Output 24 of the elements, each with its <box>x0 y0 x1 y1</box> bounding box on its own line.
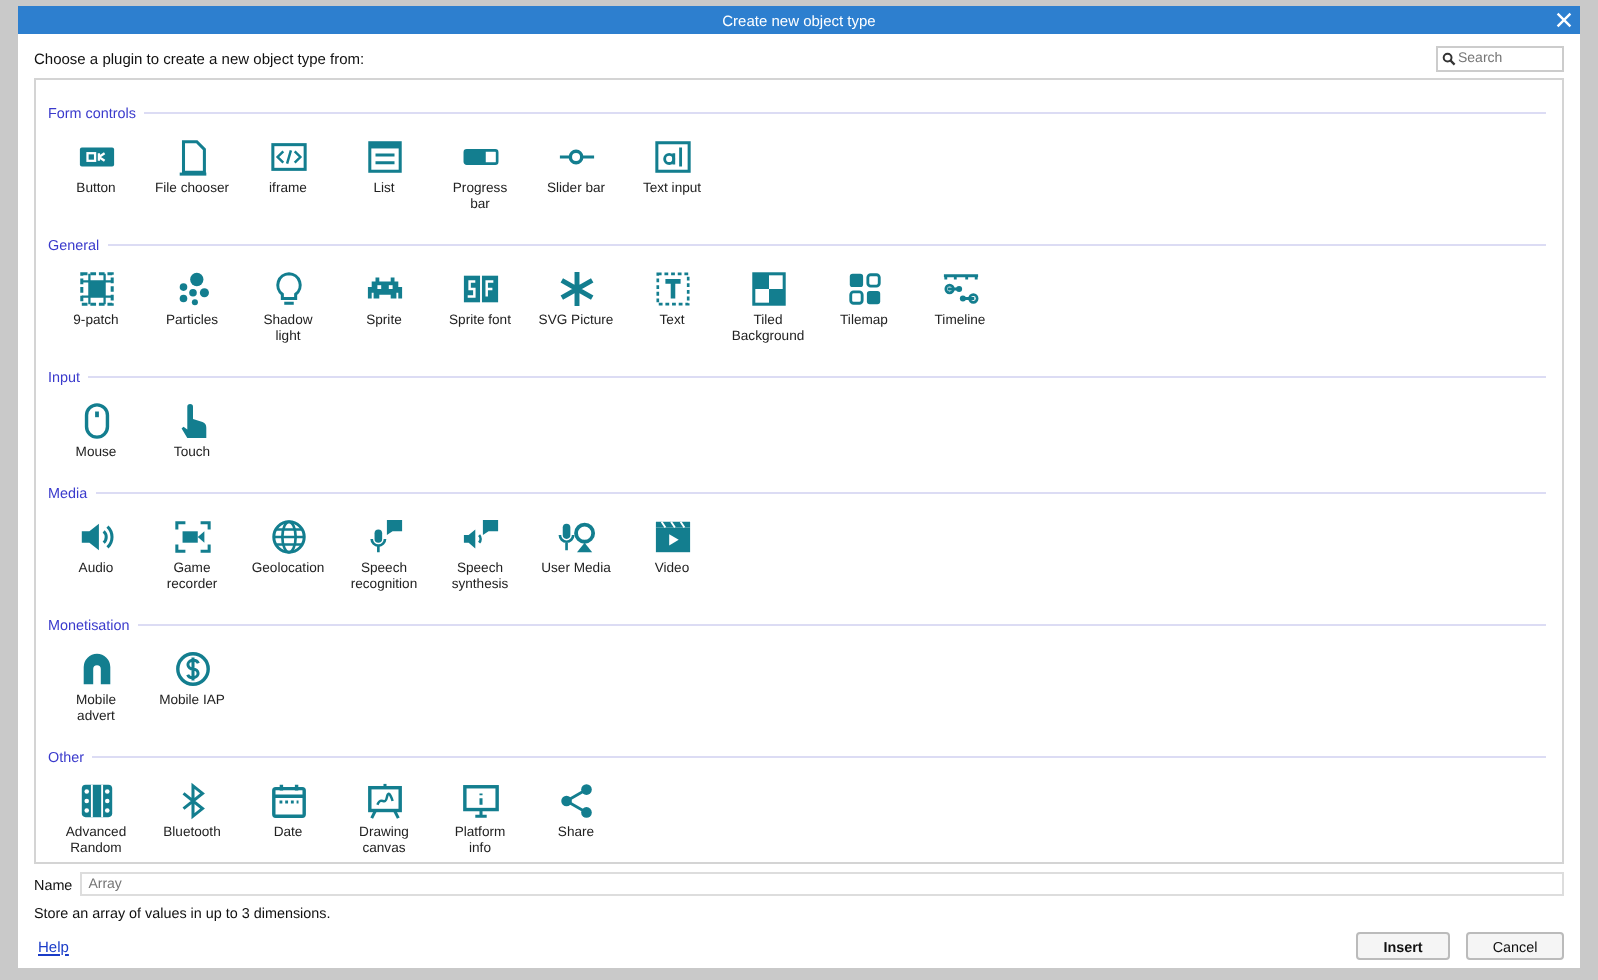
grid-icon <box>77 270 115 308</box>
window-list-icon <box>365 138 403 176</box>
easel-icon <box>365 782 403 820</box>
dice-columns-icon <box>77 782 115 820</box>
asterisk-icon <box>557 270 595 308</box>
tiles-icon <box>749 270 787 308</box>
clapperboard-icon <box>653 518 691 556</box>
text-input-icon <box>653 138 691 176</box>
timeline-icon <box>941 270 979 308</box>
microphone-webcam-icon <box>557 518 595 556</box>
calendar-icon <box>269 782 307 820</box>
monitor-info-icon <box>461 782 499 820</box>
globe-icon <box>269 518 307 556</box>
search-icon <box>1442 52 1456 66</box>
font-tiles-icon <box>461 270 499 308</box>
microphone-speech-icon <box>365 518 403 556</box>
squares-icon <box>845 270 883 308</box>
dollar-circle-icon <box>173 650 211 688</box>
speaker-icon <box>77 518 115 556</box>
close-icon[interactable] <box>1556 12 1572 28</box>
code-icon <box>269 138 307 176</box>
share-icon <box>557 782 595 820</box>
text-icon <box>653 270 691 308</box>
video-camera-icon <box>173 518 211 556</box>
